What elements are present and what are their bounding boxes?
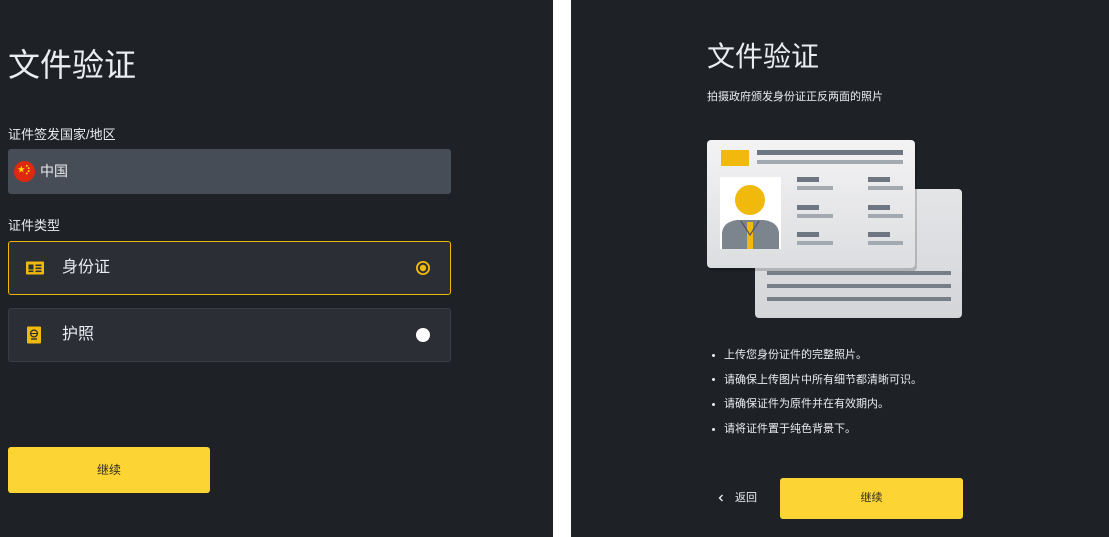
back-link[interactable]: 返回: [717, 491, 757, 505]
page-subtitle: 拍摄政府颁发身份证正反两面的照片: [707, 91, 883, 103]
id-card-front: [707, 140, 917, 271]
doc-type-label: 证件类型: [8, 218, 61, 233]
id-card-icon: [26, 261, 44, 275]
tip-text: 请确保证件为原件并在有效期内。: [724, 398, 889, 411]
radio-button[interactable]: [416, 261, 430, 275]
country-select[interactable]: 中国: [8, 149, 451, 194]
continue-button[interactable]: 继续: [780, 478, 963, 519]
passport-icon: [27, 326, 41, 344]
list-item: 请确保证件为原件并在有效期内。: [707, 397, 922, 422]
id-card-illustration: [707, 140, 962, 318]
option-id-card[interactable]: 身份证: [8, 241, 451, 295]
list-item: 请将证件置于纯色背景下。: [707, 422, 922, 447]
tip-text: 请确保上传图片中所有细节都清晰可识。: [724, 373, 922, 386]
bullet: [712, 427, 715, 431]
option-label: 护照: [62, 326, 95, 343]
chevron-left-icon: [717, 493, 725, 503]
country-label: 证件签发国家/地区: [8, 127, 116, 142]
tip-text: 请将证件置于纯色背景下。: [724, 423, 856, 436]
option-label: 身份证: [62, 259, 111, 276]
option-passport[interactable]: 护照: [8, 308, 451, 362]
right-panel: 文件验证 拍摄政府颁发身份证正反两面的照片 上传您身份证件的完整照片。 请确保上…: [571, 0, 1109, 537]
bullet: [712, 402, 715, 406]
page-title: 文件验证: [707, 41, 820, 72]
bullet: [712, 353, 715, 357]
portrait-photo: [720, 177, 781, 249]
page-title: 文件验证: [8, 47, 137, 83]
left-panel: 文件验证 证件签发国家/地区 中国 证件类型 身份证 护照 继续: [0, 0, 553, 537]
china-flag-icon: [14, 161, 35, 182]
continue-button[interactable]: 继续: [8, 447, 210, 493]
radio-button[interactable]: [416, 328, 430, 342]
back-label: 返回: [735, 492, 757, 504]
tip-text: 上传您身份证件的完整照片。: [724, 349, 867, 361]
list-item: 请确保上传图片中所有细节都清晰可识。: [707, 373, 922, 398]
bullet: [712, 378, 715, 382]
radio-selected-icon: [416, 261, 430, 275]
tips-list: 上传您身份证件的完整照片。 请确保上传图片中所有细节都清晰可识。 请确保证件为原…: [707, 348, 922, 447]
radio-unselected-icon: [416, 328, 430, 342]
country-value: 中国: [40, 163, 68, 179]
list-item: 上传您身份证件的完整照片。: [707, 348, 922, 373]
